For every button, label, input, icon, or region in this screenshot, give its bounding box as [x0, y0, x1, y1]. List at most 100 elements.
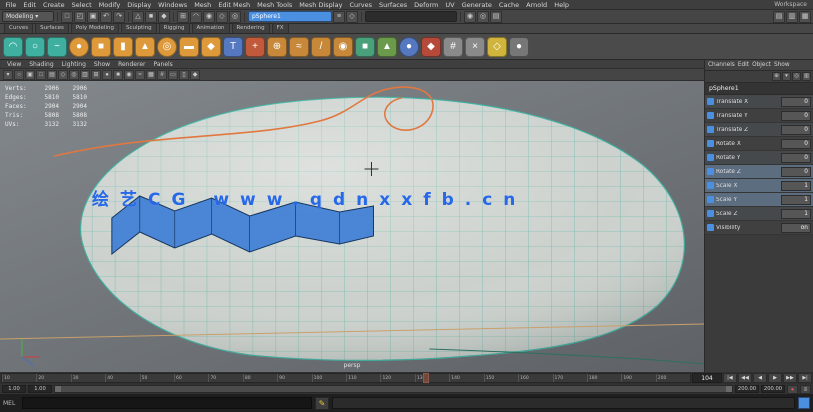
symmetry-toggle[interactable]: ◇: [346, 11, 358, 23]
channel-row[interactable]: Translate Y 0: [705, 109, 813, 123]
shelf-tab[interactable]: Animation: [192, 23, 230, 33]
channel-value-field[interactable]: 0: [781, 167, 811, 177]
viewport-menu-item[interactable]: View: [3, 60, 25, 69]
time-slider-track[interactable]: 1020304050607080901001101201301401501601…: [1, 373, 691, 383]
xray-button[interactable]: ▥: [80, 70, 90, 80]
playback-start-field[interactable]: 1.00: [28, 385, 52, 393]
channel-box-menu-item[interactable]: Channels: [708, 62, 735, 68]
menu-item[interactable]: Display: [124, 0, 155, 10]
delete-icon[interactable]: ×: [465, 37, 485, 57]
bookmarks-button[interactable]: □: [36, 70, 46, 80]
channel-row[interactable]: Translate Z 0: [705, 123, 813, 137]
lattice-icon[interactable]: #: [443, 37, 463, 57]
script-editor-button[interactable]: ✎: [315, 397, 329, 410]
channel-value-field[interactable]: 0: [781, 153, 811, 163]
go-to-start-button[interactable]: |◀: [723, 373, 737, 383]
menu-item[interactable]: Surfaces: [376, 0, 411, 10]
shelf-tab[interactable]: Rendering: [232, 23, 270, 33]
poly-cone-icon[interactable]: ▲: [135, 37, 155, 57]
channel-row[interactable]: Rotate Z 0: [705, 165, 813, 179]
mirror-icon[interactable]: ●: [399, 37, 419, 57]
channel-value-field[interactable]: on: [781, 223, 811, 233]
wireframe-on-shaded-button[interactable]: ⊞: [91, 70, 101, 80]
camera-attributes-button[interactable]: ▣: [25, 70, 35, 80]
auto-key-button[interactable]: ●: [787, 385, 798, 394]
animation-preferences-button[interactable]: ≡: [800, 385, 811, 394]
viewport-menu-item[interactable]: Renderer: [114, 60, 149, 69]
delete-history-icon[interactable]: ◆: [421, 37, 441, 57]
menu-item[interactable]: Curves: [346, 0, 376, 10]
animation-start-field[interactable]: 1.00: [2, 385, 26, 393]
select-by-hierarchy-button[interactable]: △: [132, 11, 144, 23]
shelf-tab[interactable]: Poly Modeling: [71, 23, 119, 33]
undo-button[interactable]: ↶: [100, 11, 112, 23]
snap-to-grid-button[interactable]: ⊞: [177, 11, 189, 23]
menu-item[interactable]: Create: [39, 0, 68, 10]
viewport-canvas[interactable]: Verts: 2906 2906 Edges: 5810 5810 Faces:: [0, 81, 704, 372]
menu-item[interactable]: File: [2, 0, 20, 10]
attribute-editor-toggle[interactable]: ▤: [773, 11, 785, 23]
nurbs-circle-icon[interactable]: ○: [25, 37, 45, 57]
grid-toggle-button[interactable]: #: [157, 70, 167, 80]
save-scene-button[interactable]: ▣: [87, 11, 99, 23]
channel-box-toggle[interactable]: ▦: [799, 11, 811, 23]
motion-blur-button[interactable]: ≈: [135, 70, 145, 80]
channel-box-menu-item[interactable]: Show: [774, 62, 790, 68]
snap-to-point-button[interactable]: ◉: [203, 11, 215, 23]
resolution-gate-button[interactable]: ▯: [179, 70, 189, 80]
menu-item[interactable]: Windows: [155, 0, 191, 10]
step-back-frame-button[interactable]: ◀◀: [738, 373, 752, 383]
poly-cube-icon[interactable]: ■: [91, 37, 111, 57]
snap-to-curve-button[interactable]: ◠: [190, 11, 202, 23]
channel-row[interactable]: Translate X 0: [705, 95, 813, 109]
channel-row[interactable]: Scale Z 1: [705, 207, 813, 221]
viewport-menu-item[interactable]: Shading: [25, 60, 57, 69]
poly-plane-icon[interactable]: ▬: [179, 37, 199, 57]
menu-item[interactable]: Cache: [495, 0, 522, 10]
quad-draw-icon[interactable]: ■: [355, 37, 375, 57]
image-plane-button[interactable]: ▤: [47, 70, 57, 80]
menu-item[interactable]: Mesh Tools: [254, 0, 296, 10]
go-to-end-button[interactable]: ▶|: [798, 373, 812, 383]
redo-button[interactable]: ↷: [113, 11, 125, 23]
range-end-handle[interactable]: [726, 386, 732, 392]
range-slider-bar[interactable]: [54, 385, 733, 393]
select-by-object-button[interactable]: ■: [145, 11, 157, 23]
select-by-component-button[interactable]: ◆: [158, 11, 170, 23]
channel-value-field[interactable]: 0: [781, 125, 811, 135]
render-button[interactable]: ◉: [464, 11, 476, 23]
curve-tool-icon[interactable]: ~: [47, 37, 67, 57]
extrude-icon[interactable]: ▲: [377, 37, 397, 57]
render-settings-button[interactable]: ▤: [490, 11, 502, 23]
smooth-mesh-icon[interactable]: ≈: [289, 37, 309, 57]
animation-end-field[interactable]: 200.00: [761, 385, 785, 393]
poly-torus-icon[interactable]: ◎: [157, 37, 177, 57]
snap-to-plane-button[interactable]: ◇: [216, 11, 228, 23]
channel-value-field[interactable]: 1: [781, 209, 811, 219]
menu-item[interactable]: Arnold: [523, 0, 551, 10]
menu-item[interactable]: Generate: [458, 0, 495, 10]
play-forward-button[interactable]: ▶: [768, 373, 782, 383]
poly-sphere-icon[interactable]: ●: [69, 37, 89, 57]
viewport-menu-item[interactable]: Show: [90, 60, 114, 69]
ipr-render-button[interactable]: ◎: [477, 11, 489, 23]
ambient-occlusion-button[interactable]: ◉: [124, 70, 134, 80]
channel-value-field[interactable]: 0: [781, 97, 811, 107]
object-name-field[interactable]: pSphere1: [705, 83, 813, 95]
sculpt-tool-icon[interactable]: +: [245, 37, 265, 57]
menu-item[interactable]: Deform: [411, 0, 442, 10]
poly-cylinder-icon[interactable]: ▮: [113, 37, 133, 57]
lock-camera-button[interactable]: ○: [14, 70, 24, 80]
open-scene-button[interactable]: ◰: [74, 11, 86, 23]
range-start-handle[interactable]: [55, 386, 61, 392]
menu-item[interactable]: UV: [442, 0, 458, 10]
new-scene-button[interactable]: □: [61, 11, 73, 23]
nurbs-sphere-icon[interactable]: ◠: [3, 37, 23, 57]
tool-settings-toggle[interactable]: ▥: [786, 11, 798, 23]
workspace-selector[interactable]: Workspace: [770, 1, 811, 8]
default-material-button[interactable]: ●: [102, 70, 112, 80]
channel-value-field[interactable]: 1: [781, 195, 811, 205]
menu-item[interactable]: Mesh Display: [296, 0, 346, 10]
channel-hyperbolic-button[interactable]: ◎: [792, 72, 801, 81]
menu-item[interactable]: Select: [68, 0, 95, 10]
